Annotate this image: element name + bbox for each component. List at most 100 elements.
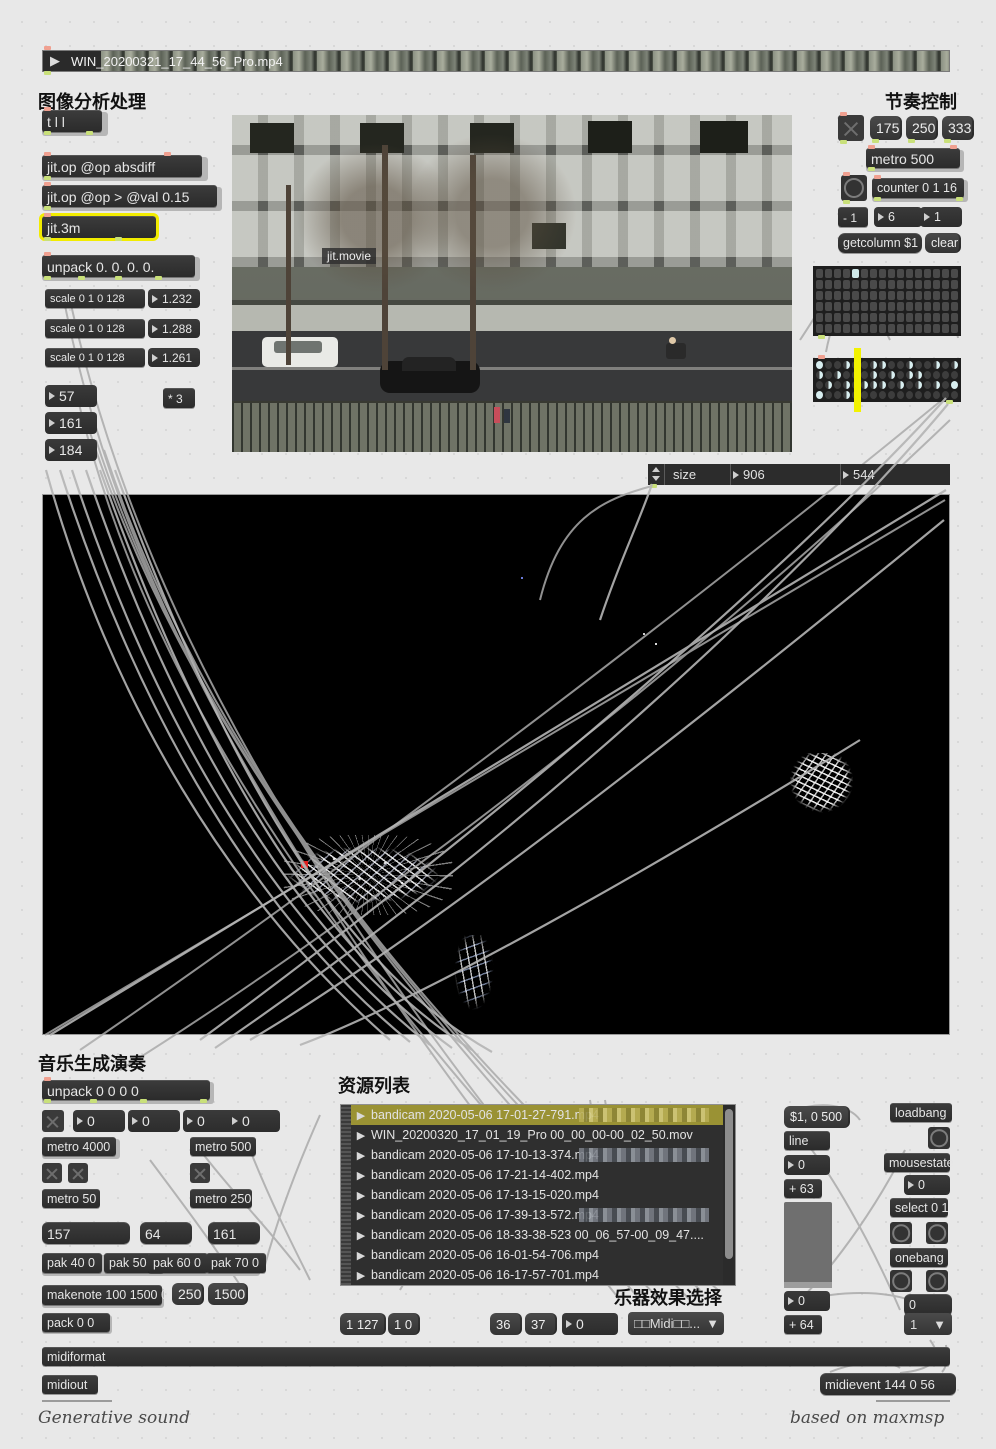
matrix-cell[interactable]: [924, 269, 931, 278]
drum-matrix-cell[interactable]: [942, 391, 949, 399]
matrix-cell[interactable]: [924, 291, 931, 300]
number-note-3[interactable]: 161: [208, 1222, 260, 1244]
object-pak-60[interactable]: pak 60 0: [148, 1253, 208, 1273]
scrollbar-thumb[interactable]: [725, 1109, 733, 1259]
message-250[interactable]: 250: [172, 1283, 204, 1305]
play-triangle-icon[interactable]: ▶: [351, 1229, 371, 1242]
matrix-cell[interactable]: [852, 291, 859, 300]
object-scale-2[interactable]: scale 0 1 0 128: [45, 319, 145, 338]
matrix-cell[interactable]: [888, 291, 895, 300]
drum-matrix-cell[interactable]: [951, 391, 958, 399]
drum-matrix-cell[interactable]: [843, 391, 850, 399]
drum-matrix-cell[interactable]: [924, 381, 931, 389]
drum-matrix-cell[interactable]: [897, 391, 904, 399]
select-bang-2[interactable]: [926, 1222, 948, 1244]
drum-matrix-cell[interactable]: [888, 381, 895, 389]
matrix-cell[interactable]: [870, 302, 877, 311]
matrix-cell[interactable]: [816, 280, 823, 289]
drum-matrix-cell[interactable]: [816, 391, 823, 399]
object-mousestate[interactable]: mousestate: [884, 1153, 954, 1172]
drum-matrix-cell[interactable]: [879, 361, 886, 369]
number-int-1[interactable]: 57: [45, 385, 97, 407]
object-unpack-ints[interactable]: unpack 0 0 0 0: [42, 1080, 210, 1100]
drum-matrix-cell[interactable]: [924, 371, 931, 379]
matrix-cell[interactable]: [879, 313, 886, 322]
number-column-index[interactable]: 6: [874, 207, 922, 227]
matrix-cell[interactable]: [879, 324, 886, 333]
drum-matrix-cell[interactable]: [816, 361, 823, 369]
drum-matrix-cell[interactable]: [861, 391, 868, 399]
list-item[interactable]: ▶ WIN_20200320_17_01_19_Pro 00_00_00-00_0…: [351, 1125, 723, 1145]
drum-matrix-cell[interactable]: [879, 371, 886, 379]
message-1-0[interactable]: 1 0: [388, 1313, 420, 1335]
loadbang-bang[interactable]: [928, 1127, 950, 1149]
play-triangle-icon[interactable]: ▶: [351, 1249, 371, 1262]
drum-matrix-cell[interactable]: [870, 391, 877, 399]
music-toggle-3[interactable]: [68, 1163, 88, 1183]
right-panel-dropdown[interactable]: 1 ▼: [904, 1313, 952, 1335]
matrix-cell[interactable]: [906, 302, 913, 311]
drum-matrix-cell[interactable]: [888, 361, 895, 369]
drum-matrix-cell[interactable]: [924, 391, 931, 399]
matrix-cell[interactable]: [870, 280, 877, 289]
matrix-cell[interactable]: [879, 280, 886, 289]
matrix-cell[interactable]: [924, 313, 931, 322]
drum-matrix-cell[interactable]: [942, 371, 949, 379]
matrix-cell[interactable]: [906, 269, 913, 278]
drum-matrix-cell[interactable]: [942, 361, 949, 369]
drum-matrix-cell[interactable]: [861, 361, 868, 369]
matrix-cell[interactable]: [843, 269, 850, 278]
number-line-out[interactable]: 0: [784, 1155, 830, 1175]
matrix-cell[interactable]: [933, 269, 940, 278]
matrix-cell[interactable]: [906, 291, 913, 300]
matrix-cell[interactable]: [933, 313, 940, 322]
drum-matrix-cell[interactable]: [825, 371, 832, 379]
matrix-cell[interactable]: [888, 324, 895, 333]
drum-matrix-cell[interactable]: [816, 381, 823, 389]
matrix-cell[interactable]: [843, 302, 850, 311]
matrix-cell[interactable]: [897, 291, 904, 300]
preset-250-message[interactable]: 250: [906, 116, 938, 140]
drum-matrix-cell[interactable]: [933, 361, 940, 369]
object-loadbang[interactable]: loadbang: [890, 1103, 952, 1122]
matrix-cell[interactable]: [843, 324, 850, 333]
music-toggle[interactable]: [42, 1110, 64, 1132]
number-float-3[interactable]: 1.261: [148, 348, 200, 367]
object-plus-64[interactable]: + 64: [784, 1315, 822, 1334]
matrix-cell[interactable]: [852, 313, 859, 322]
drum-matrix-cell[interactable]: [897, 371, 904, 379]
matrix-cell[interactable]: [906, 313, 913, 322]
object-metro-500-music[interactable]: metro 500: [190, 1137, 256, 1156]
matrix-cell[interactable]: [861, 269, 868, 278]
list-item[interactable]: ▶ bandicam 2020-05-06 16-17-57-701.mp4: [351, 1265, 723, 1285]
clear-message[interactable]: clear: [925, 233, 961, 253]
matrix-cell[interactable]: [834, 291, 841, 300]
object-counter[interactable]: counter 0 1 16: [872, 178, 964, 198]
matrix-cell[interactable]: [915, 302, 922, 311]
matrix-cell[interactable]: [816, 313, 823, 322]
drum-matrix-cell[interactable]: [933, 371, 940, 379]
matrix-cell[interactable]: [825, 324, 832, 333]
object-pak-70[interactable]: pak 70 0: [206, 1253, 266, 1273]
matrix-cell[interactable]: [870, 291, 877, 300]
drum-matrix-cell[interactable]: [861, 371, 868, 379]
drum-matrix-cell[interactable]: [834, 391, 841, 399]
drum-matrix-cell[interactable]: [888, 371, 895, 379]
message-1500[interactable]: 1500: [208, 1283, 248, 1305]
size-spinner-icon[interactable]: [648, 464, 664, 485]
vertical-slider[interactable]: [784, 1202, 832, 1288]
rhythm-step-matrix[interactable]: [813, 266, 961, 336]
drum-matrix-cell[interactable]: [834, 361, 841, 369]
matrix-cell[interactable]: [906, 324, 913, 333]
object-scale-3[interactable]: scale 0 1 0 128: [45, 348, 145, 367]
matrix-cell[interactable]: [942, 313, 949, 322]
rhythm-bang[interactable]: [841, 175, 867, 201]
matrix-cell[interactable]: [861, 313, 868, 322]
list-item[interactable]: ▶ bandicam 2020-05-06 17-10-13-374.mp4: [351, 1145, 723, 1165]
matrix-cell[interactable]: [816, 324, 823, 333]
drum-matrix-cell[interactable]: [897, 381, 904, 389]
drum-matrix-cell[interactable]: [843, 381, 850, 389]
matrix-cell[interactable]: [861, 291, 868, 300]
matrix-cell[interactable]: [870, 313, 877, 322]
matrix-cell[interactable]: [825, 291, 832, 300]
